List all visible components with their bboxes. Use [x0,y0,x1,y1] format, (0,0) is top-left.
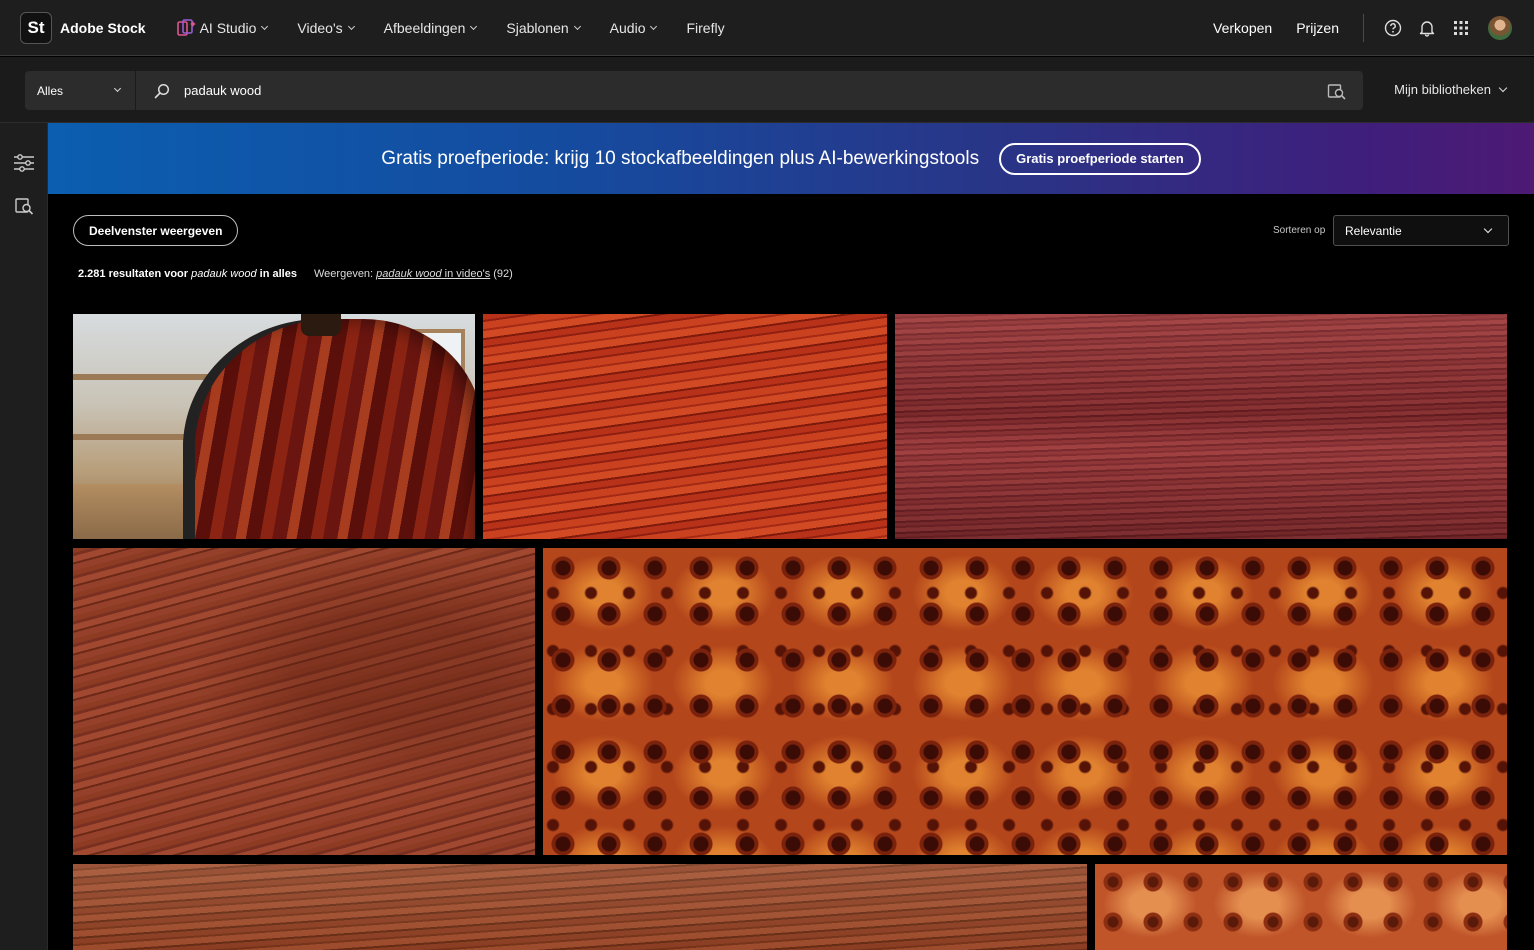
result-thumbnail[interactable] [483,314,887,539]
help-icon[interactable] [1376,11,1410,45]
chevron-down-icon [347,22,355,30]
nav-item-label: AI Studio [199,19,257,36]
filters-icon[interactable] [12,151,36,175]
search-input[interactable] [184,83,1284,98]
thumbnail-detail [183,319,475,539]
nav-item-label: Video's [297,19,343,36]
results-prefix: resultaten voor [108,268,189,280]
my-libraries-label: Mijn bibliotheken [1394,82,1491,97]
sort-select[interactable]: Relevantie [1333,215,1509,246]
nav-item-label: Firefly [686,19,725,36]
avatar[interactable] [1488,15,1512,40]
result-thumbnail[interactable] [543,548,1507,855]
bell-icon[interactable] [1410,11,1444,45]
sort-value: Relevantie [1345,223,1402,238]
nav-item-audio[interactable]: Audio [609,19,658,36]
nav-item-label: Audio [609,19,646,36]
search-scope-value: Alles [37,83,64,98]
app-name[interactable]: Adobe Stock [60,20,146,36]
results-summary: 2.281 resultaten voor padauk wood in all… [78,268,513,280]
start-trial-button[interactable]: Gratis proefperiode starten [999,142,1201,175]
nav-item-images[interactable]: Afbeeldingen [383,19,478,36]
top-navigation: St Adobe Stock AI Studio Video's Afbeeld… [0,0,1534,56]
brand[interactable]: St Adobe Stock [20,11,146,44]
visual-search-icon[interactable] [1327,82,1347,100]
result-thumbnail[interactable] [73,548,535,855]
results-suffix: in alles [259,268,297,280]
nav-item-templates[interactable]: Sjablonen [506,19,581,36]
see-label: Weergeven: [314,268,374,280]
pricing-link[interactable]: Prijzen [1296,20,1339,36]
apps-grid-icon[interactable] [1444,11,1478,45]
thumbnail-detail [73,374,213,380]
chevron-down-icon [650,22,658,30]
adobe-stock-logo[interactable]: St [20,11,52,44]
nav-item-ai-studio[interactable]: AI Studio [176,18,269,37]
results-query: padauk wood [191,268,257,280]
sell-link[interactable]: Verkopen [1213,20,1272,36]
see-videos-query: padauk wood [376,268,442,280]
main-menu: AI Studio Video's Afbeeldingen Sjablonen… [176,18,755,37]
nav-item-firefly[interactable]: Firefly [686,20,724,36]
chevron-down-icon [1483,224,1493,234]
divider [1363,13,1364,42]
chevron-down-icon [113,84,122,93]
visual-search-icon[interactable] [12,194,36,218]
my-libraries-menu[interactable]: Mijn bibliotheken [1394,82,1508,97]
search-box [136,71,1363,110]
chevron-down-icon [470,22,478,30]
result-thumbnail[interactable] [73,864,1087,950]
result-thumbnail[interactable] [73,314,475,539]
see-videos: Weergeven: padauk wood in video's (92) [314,268,513,280]
sort-label: Sorteren op [1273,225,1326,236]
show-panel-button[interactable]: Deelvenster weergeven [73,215,239,246]
left-rail [0,123,48,950]
see-videos-suffix: in video's [441,268,491,280]
chevron-down-icon [1498,83,1508,92]
chevron-down-icon [573,22,581,30]
nav-item-label: Afbeeldingen [383,19,466,36]
ai-studio-icon [176,18,196,36]
chevron-down-icon [261,22,269,30]
result-thumbnail[interactable] [895,314,1507,539]
search-scope-select[interactable]: Alles [25,71,135,110]
nav-item-label: Sjablonen [506,19,569,36]
promo-banner: Gratis proefperiode: krijg 10 stockafbee… [48,123,1534,194]
result-thumbnail[interactable] [1095,864,1507,950]
search-icon [154,83,170,98]
thumbnail-detail [301,314,341,336]
promo-text: Gratis proefperiode: krijg 10 stockafbee… [381,147,980,169]
results-count: 2.281 [78,268,106,280]
see-videos-count: (92) [493,268,513,280]
nav-item-videos[interactable]: Video's [297,19,355,36]
see-videos-link[interactable]: padauk wood in video's [376,268,490,280]
search-bar: Alles Mijn bibliotheken [0,57,1534,123]
nav-right: Verkopen Prijzen [1213,0,1534,56]
